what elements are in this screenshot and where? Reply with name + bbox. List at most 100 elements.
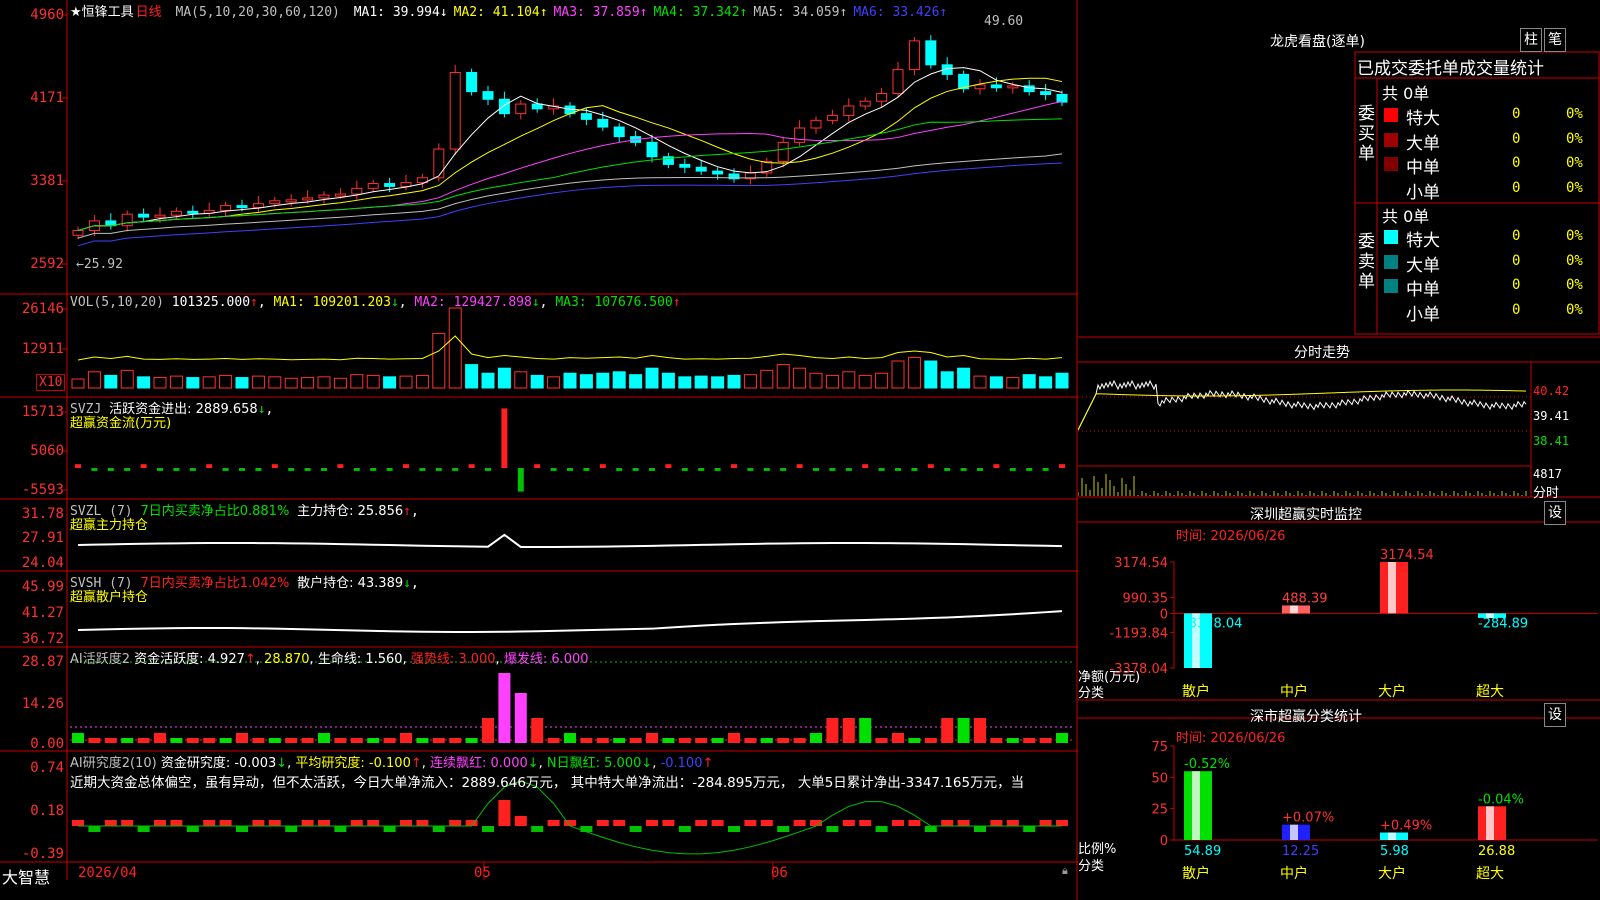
- svsh-tick-2: 41.27: [21, 605, 64, 621]
- vol-bar: [497, 367, 511, 389]
- ai2-bar: [400, 820, 412, 826]
- ai2-bar: [252, 820, 265, 826]
- fl-value-2: +0.07%: [1282, 811, 1334, 826]
- ai1-bar: [711, 738, 724, 743]
- svzj-bar: [206, 464, 213, 468]
- vol-ma3-dir: ↑: [672, 295, 681, 310]
- ai2-bar: [350, 820, 363, 826]
- svzj-bar: [944, 468, 951, 471]
- ai2-bar: [186, 826, 199, 832]
- ma-label: MA(5,10,20,30,60,120): [175, 5, 340, 20]
- fl-category-4: 超大: [1476, 866, 1504, 882]
- ai1-bar: [629, 738, 642, 743]
- ai2-line: [78, 780, 1062, 855]
- svzj-bar: [878, 468, 885, 471]
- candle-body: [384, 183, 396, 187]
- svzl-text2: 主力持仓: 25.856: [297, 504, 404, 519]
- svzj-bar: [829, 468, 836, 471]
- vol-bar: [202, 376, 216, 389]
- svzj-bar: [616, 468, 623, 471]
- ai2-bar: [924, 826, 937, 832]
- ai2-tick-2: 0.18: [30, 803, 64, 819]
- fl-bar-chart[interactable]: 75 50 25 0 -0.52% 散户 +0.07% 中户 +0.49% 大户 -0.04% 超大 5…: [1078, 0, 1600, 900]
- vol-bar: [284, 377, 298, 389]
- ai2-bar: [629, 826, 642, 832]
- svsh-tick-1: 45.99: [21, 579, 64, 595]
- ai2-bar: [301, 820, 314, 826]
- vol-bar: [104, 374, 118, 389]
- ai1-bar: [154, 733, 166, 743]
- vol-unit-label[interactable]: X10: [36, 374, 66, 391]
- brand-label: 大智慧: [2, 868, 51, 887]
- svzl-tick-3: 24.04: [21, 555, 64, 571]
- candle-body: [810, 119, 822, 129]
- ai1-bar: [367, 738, 380, 743]
- ai2-bar: [662, 820, 675, 826]
- vol-bar: [1022, 374, 1036, 389]
- ma-item-3: MA3: 37.859↑: [553, 5, 648, 20]
- ai1-label: AI活跃度2: [70, 652, 130, 667]
- svzj-bar: [567, 468, 573, 471]
- date-tick-1: 2026/04: [78, 865, 138, 881]
- ai2-bar: [941, 820, 954, 826]
- svzj-bar: [239, 468, 245, 471]
- vol-bar: [694, 375, 708, 389]
- vol-bar: [465, 364, 479, 389]
- ai2-tick-3: -0.39: [21, 846, 64, 862]
- vol-bar: [415, 374, 429, 389]
- ai1-bar: [121, 738, 134, 743]
- ai2-bar: [728, 826, 740, 832]
- ai1-t5: 爆发线: 6.000: [503, 652, 589, 667]
- ai2-t4: N日飘红: 5.000: [546, 756, 642, 771]
- svsh-text2: 散户持仓: 43.389: [297, 576, 404, 591]
- ai2-t3-dir: ↓: [527, 756, 539, 771]
- ai1-bar: [465, 738, 478, 743]
- vol-bar: [579, 374, 593, 389]
- ai2-bar: [547, 820, 560, 826]
- candle-body: [269, 200, 281, 205]
- ai2-bar: [711, 820, 724, 826]
- candle-body: [72, 229, 84, 236]
- ai2-bar: [383, 826, 396, 832]
- svzj-bar: [649, 468, 655, 471]
- ai2-bar: [580, 826, 593, 832]
- ai2-bar: [498, 800, 511, 826]
- ai2-bar: [104, 820, 117, 826]
- candle-body: [843, 105, 855, 117]
- fl-category-2: 中户: [1280, 865, 1308, 882]
- candle-body: [170, 210, 182, 216]
- fl-bar-shine-3: [1388, 832, 1396, 840]
- vol-ma2-dir: ↓: [531, 295, 540, 310]
- svzj-bar: [1009, 468, 1016, 471]
- candle-body: [613, 126, 625, 138]
- fl-tick-3: 25: [1151, 803, 1168, 818]
- vol-bar: [940, 371, 954, 389]
- ma-item-1: MA1: 39.994↓: [353, 5, 448, 20]
- candle-body: [908, 40, 920, 71]
- vol-bar: [1039, 376, 1053, 389]
- svzj-bar: [75, 464, 81, 468]
- svzj-bar: [977, 468, 983, 471]
- vol-ma1-dir: ↓: [390, 295, 399, 310]
- ai1-bar: [564, 733, 576, 743]
- ai2-header: AI研究度2(10) 资金研究度: -0.003↓, 平均研究度: -0.100…: [70, 756, 714, 771]
- vol-bar: [186, 377, 200, 389]
- candle-body: [121, 213, 133, 227]
- price-tick-2: 4171: [30, 90, 64, 106]
- ai2-bar: [482, 826, 494, 832]
- ai2-t2: 平均研究度: -0.100: [295, 756, 411, 771]
- period-label[interactable]: 日线: [136, 5, 162, 20]
- svzj-bar: [353, 468, 360, 471]
- ai1-tick-2: 14.26: [21, 696, 64, 712]
- ai1-tick-3: 0.00: [30, 736, 64, 752]
- candle-body: [154, 214, 166, 218]
- ai1-bar: [842, 718, 855, 743]
- lock-icon[interactable]: 🔒︎: [1062, 864, 1068, 878]
- svzj-bar: [419, 468, 426, 471]
- ai2-bar: [646, 820, 658, 826]
- vol-bar: [219, 374, 233, 389]
- svsh-line: [77, 610, 1063, 633]
- svzj-bar: [550, 468, 557, 471]
- vol-bar: [596, 372, 610, 389]
- ai2-label: AI研究度2(10): [70, 756, 157, 771]
